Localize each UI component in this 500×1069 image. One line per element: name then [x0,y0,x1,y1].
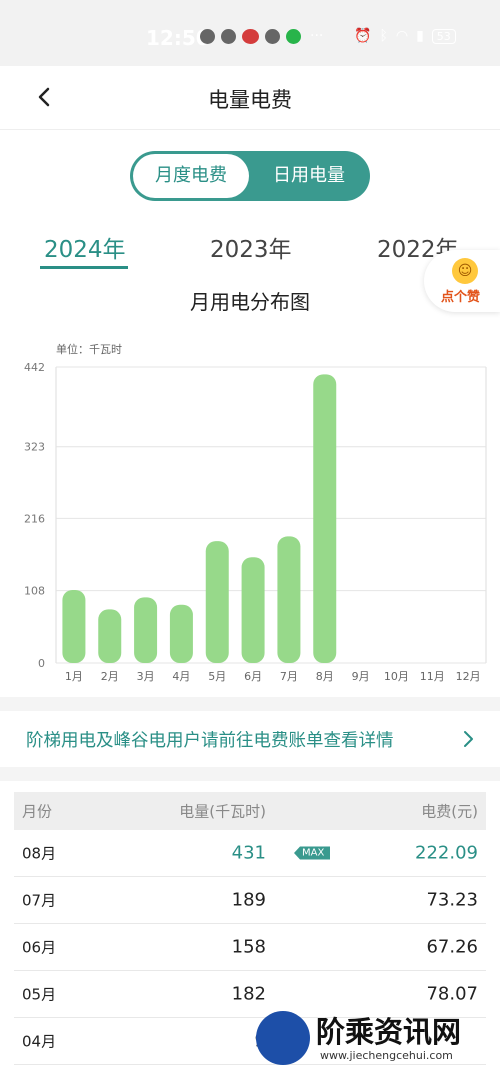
monthly-usage-chart: 0 108 216 323 442 1月 2月 3月 4月 5月 6月 7月 8月 9月 10月 11月 12月 [24,361,487,683]
toggle-monthly-fee[interactable]: 月度电费 [133,154,249,198]
table-header: 月份 电量(千瓦时) 电费(元) [14,792,486,830]
battery-icon: 53 [431,28,456,44]
toggle-daily-usage[interactable]: 日用电量 [251,154,367,198]
x-tick-label: 6月 [244,670,262,683]
notification-icons [200,29,301,44]
x-tick-label: 7月 [280,670,298,683]
tab-year-2023[interactable]: 2023年 [210,230,292,264]
y-tick-label: 442 [24,361,45,374]
row-month: 07月 [22,891,57,910]
row-kwh: 431 [231,842,266,864]
green-app-notification-icon [286,29,301,44]
chart-title: 月用电分布图 [190,290,310,314]
more-notifications-icon: ··· [310,28,324,44]
watermark-url: www.jiechengcehui.com [320,1049,453,1062]
x-tick-label: 8月 [316,670,334,683]
wifi-icon: ◠ [395,28,409,44]
x-tick-label: 11月 [420,670,445,683]
y-tick-label: 108 [24,585,45,598]
section-divider [0,697,500,711]
row-month: 08月 [22,844,57,863]
y-tick-label: 323 [24,441,45,454]
bar [313,374,337,663]
page-title: 电量电费 [208,88,292,112]
message-notification-icon [265,29,280,44]
bar [62,590,86,663]
tab-year-2024[interactable]: 2024年 [44,230,126,264]
bar [98,609,122,663]
x-tick-label: 2月 [101,670,119,683]
y-tick-label: 0 [38,657,45,670]
active-tab-underline [40,266,128,269]
news-notification-icon [242,29,259,44]
x-tick-label: 4月 [172,670,190,683]
status-bar: 12:50 ··· ⏰ ᛒ ◠ ▮ 53 [0,0,500,66]
x-tick-label: 1月 [65,670,83,683]
x-tick-label: 12月 [456,670,481,683]
site-watermark: 阶乘资讯网 www.jiechengcehui.com [252,1005,500,1069]
section-divider [0,767,500,781]
header-kwh: 电量(千瓦时) [179,802,266,821]
row-month: 05月 [22,985,57,1004]
row-month: 06月 [22,938,57,957]
bar [205,541,229,663]
x-tick-label: 10月 [384,670,409,683]
view-toggle: 月度电费 日用电量 [130,151,370,201]
x-tick-label: 5月 [208,670,226,683]
alarm-icon: ⏰ [354,28,372,44]
notice-text: 阶梯用电及峰谷电用户请前往电费账单查看详情 [26,731,394,751]
header: 电量电费 [0,66,500,130]
watermark-name: 阶乘资讯网 [316,1015,462,1049]
y-tick-label: 216 [24,512,45,525]
row-month: 04月 [22,1032,57,1051]
smile-icon: ☺ [452,258,478,284]
table-row[interactable]: 08月 431 MAX 222.09 [14,830,486,877]
chat-notification-icon [221,29,236,44]
row-fee: 73.23 [426,889,478,911]
bluetooth-icon: ᛒ [379,28,388,44]
table-row[interactable]: 06月 158 67.26 [14,924,486,971]
billing-notice-link[interactable]: 阶梯用电及峰谷电用户请前往电费账单查看详情 [0,711,500,767]
table-row[interactable]: 07月 189 73.23 [14,877,486,924]
bar [134,597,158,663]
row-fee: 222.09 [415,842,478,864]
header-fee: 电费(元) [421,802,478,821]
bar [241,557,265,663]
bar [169,604,193,663]
app-notification-icon [200,29,215,44]
system-icons: ⏰ ᛒ ◠ ▮ 53 [354,28,456,44]
chevron-right-icon [464,731,473,747]
row-kwh: 182 [231,983,266,1005]
header-month: 月份 [22,802,53,821]
row-fee: 67.26 [426,936,478,958]
eagle-logo-icon [256,1011,310,1065]
x-tick-label: 9月 [352,670,370,683]
row-fee: 78.07 [426,983,478,1005]
row-kwh: 158 [231,936,266,958]
x-tick-label: 3月 [137,670,155,683]
row-kwh: 189 [231,889,266,911]
max-badge: MAX [294,846,331,860]
bar [277,536,301,663]
signal-icon: ▮ [416,28,424,44]
